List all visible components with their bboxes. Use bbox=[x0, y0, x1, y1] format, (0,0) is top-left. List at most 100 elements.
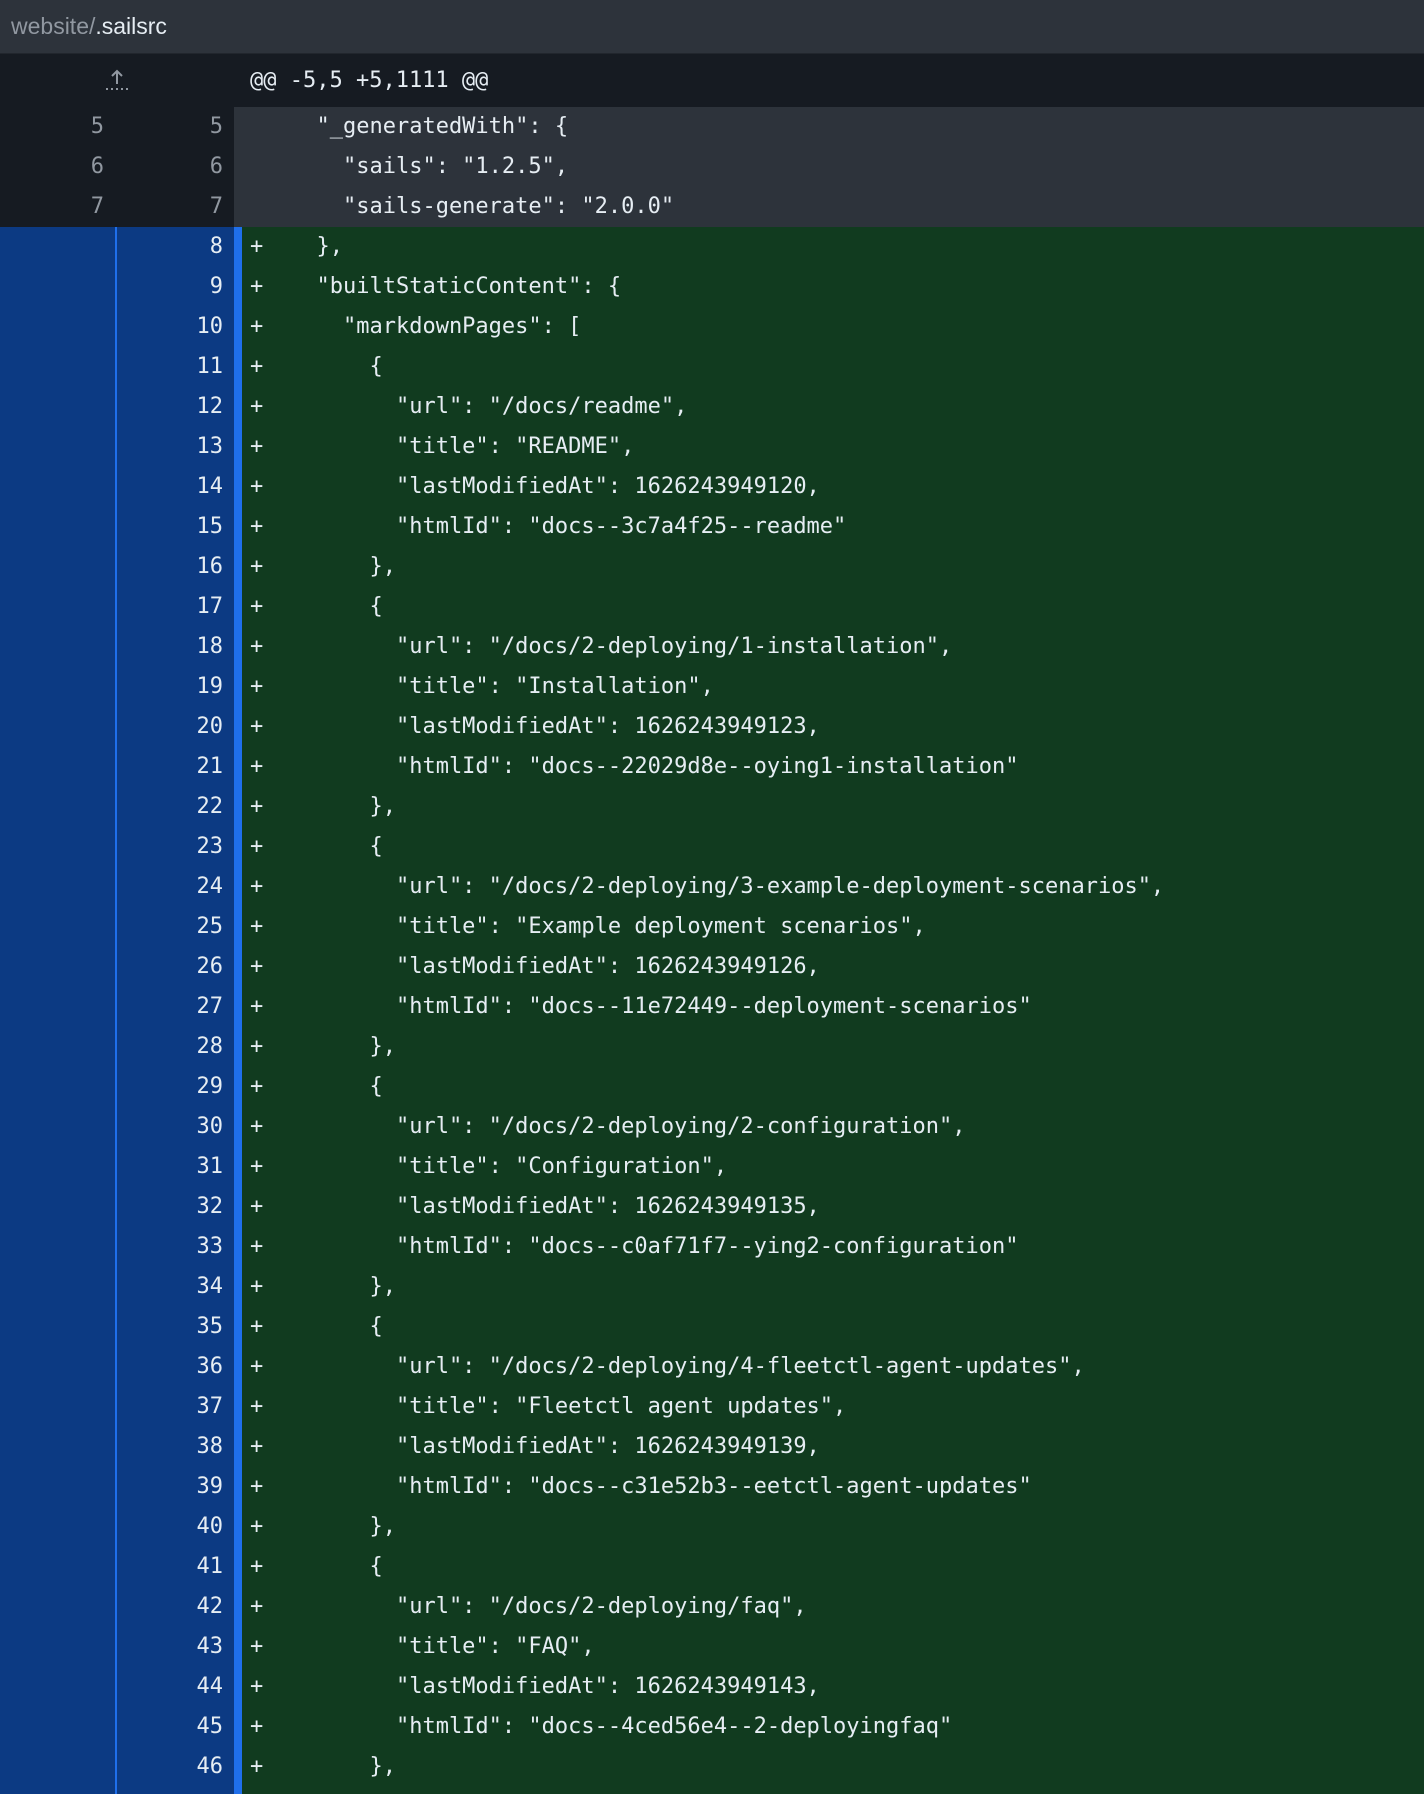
new-line-number[interactable]: 29 bbox=[115, 1067, 234, 1107]
old-line-number[interactable] bbox=[0, 907, 115, 947]
old-line-number[interactable] bbox=[0, 1627, 115, 1667]
old-line-number[interactable] bbox=[0, 1107, 115, 1147]
expand-up-icon[interactable] bbox=[100, 64, 134, 98]
old-line-number[interactable] bbox=[0, 1747, 115, 1787]
old-line-number[interactable] bbox=[0, 1467, 115, 1507]
new-line-number[interactable]: 38 bbox=[115, 1427, 234, 1467]
new-line-number[interactable]: 6 bbox=[115, 147, 234, 187]
old-line-number[interactable] bbox=[0, 987, 115, 1027]
old-line-number[interactable] bbox=[0, 587, 115, 627]
new-line-number[interactable]: 47 bbox=[115, 1787, 234, 1794]
old-line-number[interactable] bbox=[0, 307, 115, 347]
old-line-number[interactable] bbox=[0, 707, 115, 747]
old-line-number[interactable] bbox=[0, 267, 115, 307]
old-line-number[interactable]: 5 bbox=[0, 107, 115, 147]
code-text: "url": "/docs/2-deploying/1-installation… bbox=[290, 634, 953, 659]
new-line-number[interactable]: 40 bbox=[115, 1507, 234, 1547]
new-line-number[interactable]: 14 bbox=[115, 467, 234, 507]
expand-up-button[interactable] bbox=[0, 54, 234, 107]
new-line-number[interactable]: 7 bbox=[115, 187, 234, 227]
old-line-number[interactable] bbox=[0, 1347, 115, 1387]
old-line-number[interactable] bbox=[0, 1667, 115, 1707]
context-marker bbox=[250, 107, 290, 147]
diff-line-added: 20 + "lastModifiedAt": 1626243949123, bbox=[0, 707, 1424, 747]
new-line-number[interactable]: 20 bbox=[115, 707, 234, 747]
new-line-number[interactable]: 18 bbox=[115, 627, 234, 667]
diff-line-added: 9 + "builtStaticContent": { bbox=[0, 267, 1424, 307]
new-line-number[interactable]: 21 bbox=[115, 747, 234, 787]
new-line-number[interactable]: 46 bbox=[115, 1747, 234, 1787]
old-line-number[interactable] bbox=[0, 667, 115, 707]
old-line-number[interactable] bbox=[0, 1267, 115, 1307]
added-marker: + bbox=[250, 954, 264, 979]
new-line-number[interactable]: 17 bbox=[115, 587, 234, 627]
old-line-number[interactable] bbox=[0, 1307, 115, 1347]
old-line-number[interactable]: 6 bbox=[0, 147, 115, 187]
new-line-number[interactable]: 26 bbox=[115, 947, 234, 987]
new-line-number[interactable]: 36 bbox=[115, 1347, 234, 1387]
new-line-number[interactable]: 37 bbox=[115, 1387, 234, 1427]
new-line-number[interactable]: 33 bbox=[115, 1227, 234, 1267]
diff-line-added: 21 + "htmlId": "docs--22029d8e--oying1-in… bbox=[0, 747, 1424, 787]
old-line-number[interactable] bbox=[0, 1387, 115, 1427]
new-line-number[interactable]: 9 bbox=[115, 267, 234, 307]
new-line-number[interactable]: 12 bbox=[115, 387, 234, 427]
new-line-number[interactable]: 11 bbox=[115, 347, 234, 387]
new-line-number[interactable]: 23 bbox=[115, 827, 234, 867]
old-line-number[interactable] bbox=[0, 427, 115, 467]
old-line-number[interactable] bbox=[0, 867, 115, 907]
new-line-number[interactable]: 27 bbox=[115, 987, 234, 1027]
old-line-number[interactable] bbox=[0, 1787, 115, 1794]
new-line-number[interactable]: 8 bbox=[115, 227, 234, 267]
new-line-number[interactable]: 16 bbox=[115, 547, 234, 587]
new-line-number[interactable]: 43 bbox=[115, 1627, 234, 1667]
new-line-number[interactable]: 25 bbox=[115, 907, 234, 947]
new-line-number[interactable]: 34 bbox=[115, 1267, 234, 1307]
code-line: "sails": "1.2.5", bbox=[234, 147, 1424, 187]
new-line-number[interactable]: 15 bbox=[115, 507, 234, 547]
new-line-number[interactable]: 39 bbox=[115, 1467, 234, 1507]
new-line-number[interactable]: 45 bbox=[115, 1707, 234, 1747]
old-line-number[interactable] bbox=[0, 1547, 115, 1587]
old-line-number[interactable] bbox=[0, 387, 115, 427]
code-line: + "lastModifiedAt": 1626243949143, bbox=[234, 1667, 1424, 1707]
new-line-number[interactable]: 13 bbox=[115, 427, 234, 467]
old-line-number[interactable] bbox=[0, 1707, 115, 1747]
new-line-number[interactable]: 42 bbox=[115, 1587, 234, 1627]
old-line-number[interactable] bbox=[0, 1027, 115, 1067]
old-line-number[interactable] bbox=[0, 507, 115, 547]
old-line-number[interactable] bbox=[0, 347, 115, 387]
new-line-number[interactable]: 5 bbox=[115, 107, 234, 147]
old-line-number[interactable] bbox=[0, 1147, 115, 1187]
file-path-dir[interactable]: website/ bbox=[11, 13, 95, 40]
new-line-number[interactable]: 41 bbox=[115, 1547, 234, 1587]
diff-line-added: 33 + "htmlId": "docs--c0af71f7--ying2-con… bbox=[0, 1227, 1424, 1267]
old-line-number[interactable]: 7 bbox=[0, 187, 115, 227]
file-path-name[interactable]: .sailsrc bbox=[95, 13, 167, 40]
new-line-number[interactable]: 22 bbox=[115, 787, 234, 827]
diff-line-added: 27 + "htmlId": "docs--11e72449--deploymen… bbox=[0, 987, 1424, 1027]
old-line-number[interactable] bbox=[0, 1507, 115, 1547]
old-line-number[interactable] bbox=[0, 1427, 115, 1467]
old-line-number[interactable] bbox=[0, 787, 115, 827]
old-line-number[interactable] bbox=[0, 547, 115, 587]
new-line-number[interactable]: 19 bbox=[115, 667, 234, 707]
old-line-number[interactable] bbox=[0, 747, 115, 787]
old-line-number[interactable] bbox=[0, 1067, 115, 1107]
old-line-number[interactable] bbox=[0, 627, 115, 667]
old-line-number[interactable] bbox=[0, 1227, 115, 1267]
old-line-number[interactable] bbox=[0, 227, 115, 267]
old-line-number[interactable] bbox=[0, 947, 115, 987]
new-line-number[interactable]: 24 bbox=[115, 867, 234, 907]
new-line-number[interactable]: 10 bbox=[115, 307, 234, 347]
old-line-number[interactable] bbox=[0, 1587, 115, 1627]
new-line-number[interactable]: 31 bbox=[115, 1147, 234, 1187]
new-line-number[interactable]: 28 bbox=[115, 1027, 234, 1067]
new-line-number[interactable]: 44 bbox=[115, 1667, 234, 1707]
old-line-number[interactable] bbox=[0, 827, 115, 867]
new-line-number[interactable]: 32 bbox=[115, 1187, 234, 1227]
old-line-number[interactable] bbox=[0, 467, 115, 507]
new-line-number[interactable]: 35 bbox=[115, 1307, 234, 1347]
old-line-number[interactable] bbox=[0, 1187, 115, 1227]
new-line-number[interactable]: 30 bbox=[115, 1107, 234, 1147]
